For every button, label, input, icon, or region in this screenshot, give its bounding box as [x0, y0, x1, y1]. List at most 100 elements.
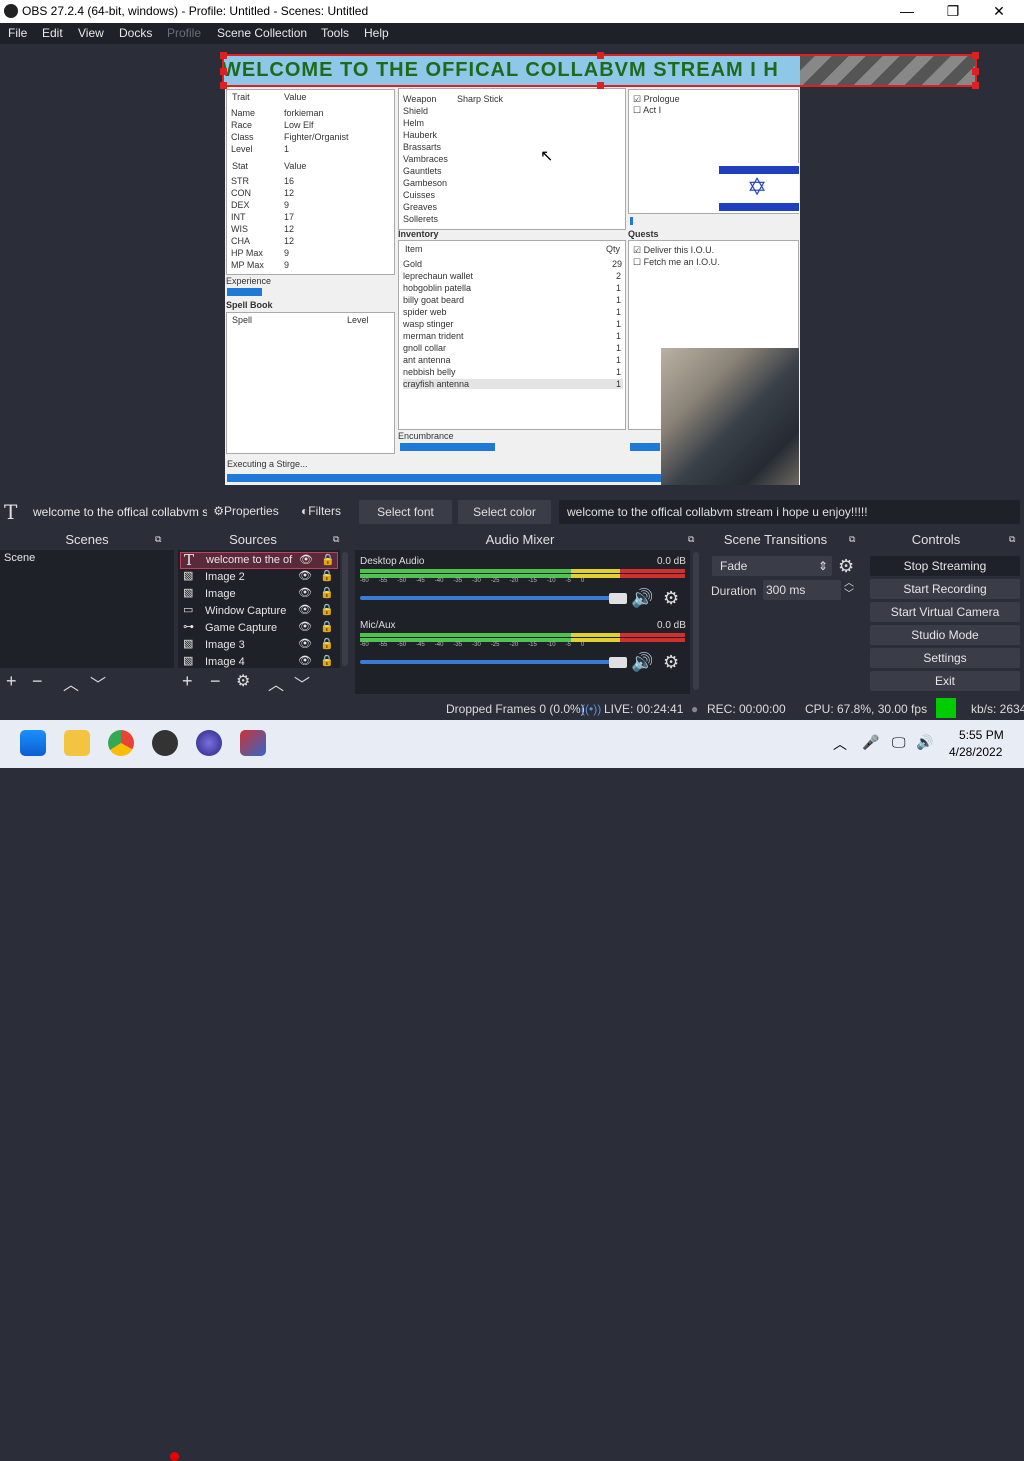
remove-source-icon[interactable]: − — [210, 671, 221, 692]
resize-handle[interactable] — [972, 52, 979, 59]
source-item[interactable]: ⊶ Game Capture 👁 🔒 — [180, 620, 338, 637]
lock-icon[interactable]: 🔒 — [320, 569, 334, 582]
source-item[interactable]: ▧ Image 2 👁 🔒 — [180, 569, 338, 586]
resize-handle[interactable] — [220, 52, 227, 59]
menu-view[interactable]: View — [78, 26, 104, 40]
gear-icon[interactable]: ⚙ — [663, 652, 679, 673]
move-down-icon[interactable]: ﹀ — [294, 671, 310, 695]
menu-docks[interactable]: Docks — [119, 26, 152, 40]
clock-date[interactable]: 4/28/2022 — [949, 745, 1002, 759]
source-item[interactable]: ▧ Image 4 👁 🔒 — [180, 654, 338, 668]
resize-handle[interactable] — [220, 82, 227, 89]
eye-icon[interactable]: 👁 — [298, 654, 312, 667]
undock-icon[interactable]: ⧉ — [333, 534, 339, 545]
undock-icon[interactable]: ⧉ — [688, 534, 694, 545]
eye-icon[interactable]: 👁 — [298, 569, 312, 582]
undock-icon[interactable]: ⧉ — [155, 534, 161, 545]
lock-icon[interactable]: 🔒 — [321, 553, 335, 566]
inventory-qty: 1 — [616, 307, 622, 317]
stop-streaming-button[interactable]: Stop Streaming — [870, 556, 1020, 576]
undock-icon[interactable]: ⧉ — [1009, 534, 1015, 545]
chevron-up-icon[interactable]: ︿ — [833, 734, 847, 754]
lock-icon[interactable]: 🔒 — [320, 603, 334, 616]
start-virtual-camera-button[interactable]: Start Virtual Camera — [870, 602, 1020, 622]
trait-value: forkieman — [284, 108, 324, 118]
speaker-icon[interactable]: 🔊 — [631, 652, 653, 673]
eye-icon[interactable]: 👁 — [298, 586, 312, 599]
lock-icon[interactable]: 🔒 — [320, 620, 334, 633]
menu-file[interactable]: File — [8, 26, 27, 40]
resize-handle[interactable] — [597, 52, 604, 59]
game-icon[interactable] — [240, 730, 266, 756]
gear-icon[interactable]: ⚙ — [663, 588, 679, 609]
maximize-button[interactable]: ❐ — [930, 0, 976, 23]
transition-select[interactable]: Fade ⇕ — [712, 556, 832, 576]
filters-button[interactable]: ◐Filters — [290, 500, 352, 522]
volume-slider-knob[interactable] — [609, 657, 627, 668]
start-icon[interactable] — [20, 730, 46, 756]
remove-scene-icon[interactable]: − — [32, 671, 43, 692]
menu-scene-collection[interactable]: Scene Collection — [217, 26, 307, 40]
source-item[interactable]: ▭ Window Capture 👁 🔒 — [180, 603, 338, 620]
studio-mode-button[interactable]: Studio Mode — [870, 625, 1020, 645]
properties-button[interactable]: ⚙Properties — [207, 500, 285, 522]
undock-icon[interactable]: ⧉ — [849, 534, 855, 545]
source-properties-gear-icon[interactable]: ⚙ — [236, 671, 250, 691]
resize-handle[interactable] — [597, 82, 604, 89]
eye-icon[interactable]: 👁 — [298, 637, 312, 650]
sources-scrollbar[interactable] — [342, 552, 348, 666]
gear-icon[interactable]: ⚙ — [838, 556, 854, 577]
volume-slider[interactable] — [360, 596, 620, 600]
lock-icon[interactable]: 🔒 — [320, 654, 334, 667]
settings-button[interactable]: Settings — [870, 648, 1020, 668]
equip-slot: Greaves — [403, 202, 438, 212]
channel-name: Mic/Aux — [360, 620, 396, 631]
lock-icon[interactable]: 🔒 — [320, 637, 334, 650]
spell-level-header: Level — [347, 315, 369, 325]
chrome-icon[interactable] — [108, 730, 134, 756]
speaker-icon[interactable]: 🔊 — [631, 588, 653, 609]
menu-profile[interactable]: Profile — [167, 26, 201, 40]
file-explorer-icon[interactable] — [64, 730, 90, 756]
duration-stepper-icon[interactable]: ︿ ﹀ — [844, 578, 854, 600]
start-recording-button[interactable]: Start Recording — [870, 579, 1020, 599]
lock-icon[interactable]: 🔒 — [320, 586, 334, 599]
mixer-scrollbar[interactable] — [693, 552, 699, 690]
volume-slider[interactable] — [360, 660, 620, 664]
selection-box[interactable] — [220, 52, 979, 89]
close-button[interactable]: ✕ — [976, 0, 1022, 23]
source-item[interactable]: T welcome to the of 👁 🔒 — [180, 551, 338, 569]
obs-icon[interactable] — [152, 730, 178, 756]
text-value-field[interactable]: welcome to the offical collabvm stream i… — [559, 500, 1020, 524]
move-up-icon[interactable]: ︿ — [63, 671, 79, 695]
select-font-button[interactable]: Select font — [359, 500, 452, 524]
resize-handle[interactable] — [220, 68, 227, 75]
add-scene-icon[interactable]: + — [6, 671, 17, 692]
scene-item[interactable]: Scene — [4, 552, 35, 569]
eye-icon[interactable]: 👁 — [299, 553, 313, 566]
move-up-icon[interactable]: ︿ — [268, 671, 284, 695]
network-icon[interactable]: 🖵 — [892, 734, 906, 751]
menu-help[interactable]: Help — [364, 26, 389, 40]
volume-slider-knob[interactable] — [609, 593, 627, 604]
exit-button[interactable]: Exit — [870, 671, 1020, 691]
add-source-icon[interactable]: + — [182, 671, 193, 692]
app-icon[interactable] — [196, 730, 222, 756]
resize-handle[interactable] — [972, 82, 979, 89]
menu-tools[interactable]: Tools — [321, 26, 349, 40]
select-color-button[interactable]: Select color — [458, 500, 551, 524]
resize-handle[interactable] — [972, 68, 979, 75]
clock-time[interactable]: 5:55 PM — [959, 728, 1004, 742]
menu-edit[interactable]: Edit — [42, 26, 63, 40]
move-down-icon[interactable]: ﹀ — [90, 671, 106, 695]
duration-input[interactable]: 300 ms — [763, 580, 841, 600]
quests-label: Quests — [628, 229, 659, 239]
microphone-icon[interactable]: 🎤 — [862, 734, 879, 751]
source-item[interactable]: ▧ Image 3 👁 🔒 — [180, 637, 338, 654]
source-item[interactable]: ▧ Image 👁 🔒 — [180, 586, 338, 603]
minimize-button[interactable]: — — [884, 0, 930, 23]
eye-icon[interactable]: 👁 — [298, 620, 312, 633]
trait-label: Level — [231, 144, 253, 154]
volume-icon[interactable]: 🔊 — [916, 734, 933, 751]
eye-icon[interactable]: 👁 — [298, 603, 312, 616]
